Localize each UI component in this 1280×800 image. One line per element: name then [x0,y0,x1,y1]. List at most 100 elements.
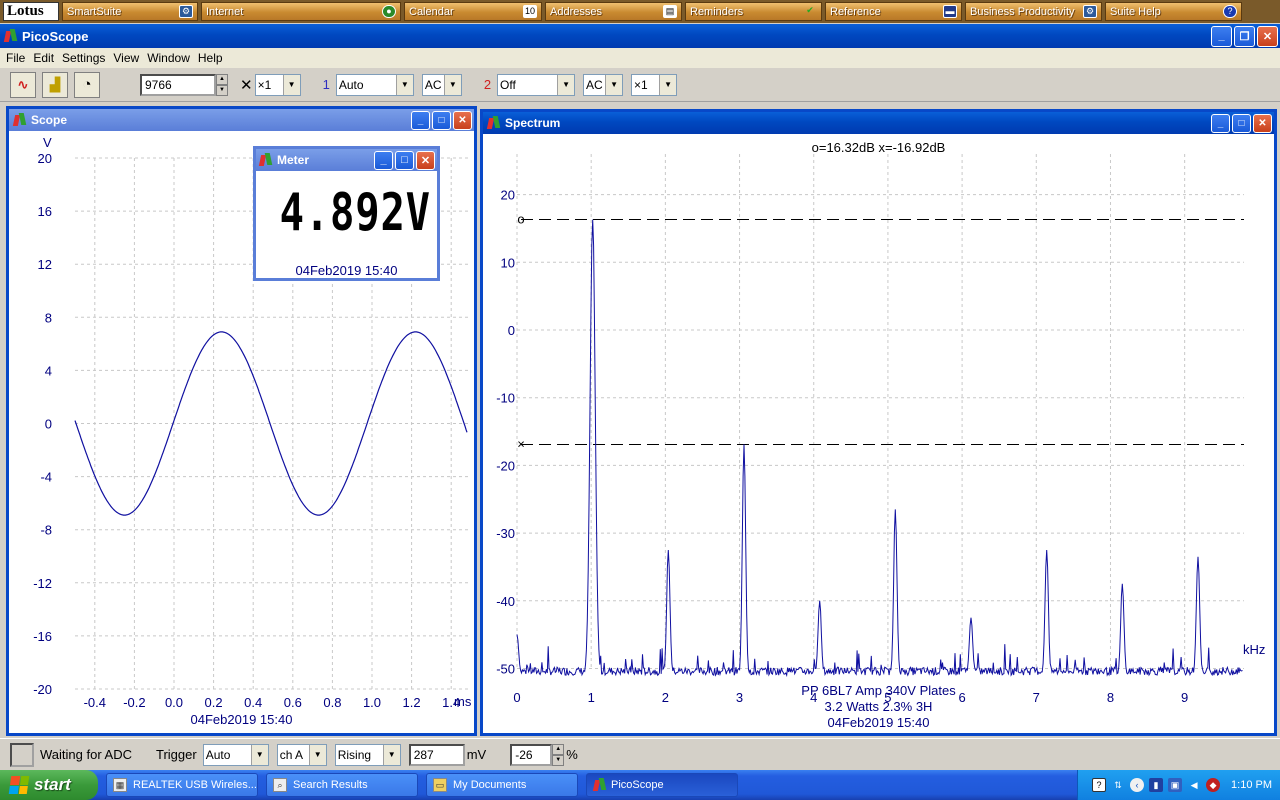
trigger-level-input[interactable]: 287 [408,743,465,766]
run-stop-indicator[interactable] [10,742,34,767]
spectrum-title: Spectrum [505,116,561,130]
chevron-down-icon: ▼ [557,74,575,95]
spectrum-window: Spectrum _ □ ✕ 20 10 0 -10 -20 -30 -40 -50 0 1 2 3 4… [480,109,1277,736]
spectrum-minimize-button[interactable]: _ [1211,113,1230,133]
meter-maximize-button[interactable]: □ [395,150,414,170]
menu-view[interactable]: View [109,51,143,65]
lotus-smartsuite[interactable]: SmartSuite ⚙ [62,2,198,21]
samples-spinner[interactable]: ▲ ▼ [216,73,228,96]
lotus-calendar[interactable]: Calendar 10 [404,2,542,21]
spectrum-y-tick: -50 [496,661,515,676]
trigger-mode-select[interactable]: Auto ▼ [202,743,269,766]
scope-title-bar[interactable]: Scope _ □ ✕ [9,109,474,131]
clock[interactable]: 1:10 PM [1231,779,1272,791]
main-title-bar[interactable]: PicoScope _ ❐ ✕ [0,24,1280,48]
scope-y-tick: -4 [40,470,52,485]
spectrum-title-bar[interactable]: Spectrum _ □ ✕ [483,112,1274,134]
menu-file[interactable]: File [2,51,29,65]
restore-button[interactable]: ❐ [1234,25,1255,47]
lotus-business-productivity[interactable]: Business Productivity ⚙ [965,2,1102,21]
spin-down-icon[interactable]: ▼ [552,754,565,766]
menu-edit[interactable]: Edit [29,51,58,65]
spin-up-icon[interactable]: ▲ [552,743,565,755]
channel2-range-select[interactable]: Off ▼ [497,73,576,96]
scope-mode-button[interactable]: ∿ [10,71,36,98]
picoscope-icon [487,116,501,130]
trigger-channel-select[interactable]: ch A ▼ [276,743,327,766]
task-picoscope[interactable]: PicoScope [586,773,738,797]
spectrum-close-button[interactable]: ✕ [1253,113,1272,133]
security-shield-icon[interactable]: ◆ [1206,778,1221,792]
trigger-edge-select[interactable]: Rising ▼ [334,743,401,766]
picoscope-icon [259,153,273,167]
chevron-down-icon: ▼ [605,74,623,95]
spectrum-marker-x-symbol: × [517,437,525,452]
lotus-reference[interactable]: Reference ▬ [825,2,962,21]
checkmark-icon: ✔ [806,5,814,15]
channel1-coupling-select[interactable]: AC ▼ [421,73,462,96]
meter-close-button[interactable]: ✕ [416,150,435,170]
spin-up-icon[interactable]: ▲ [216,73,228,85]
lotus-reminders[interactable]: Reminders ✔ [685,2,822,21]
scope-minimize-button[interactable]: _ [411,110,430,130]
meter-minimize-button[interactable]: _ [374,150,393,170]
scope-x-unit: ms [454,694,472,709]
minimize-button[interactable]: _ [1211,25,1232,47]
start-button[interactable]: start [0,770,98,800]
spectrum-y-tick: -20 [496,458,515,473]
display-icon[interactable]: ▣ [1168,778,1183,792]
meter-dial-icon: ◔ [82,76,92,93]
lotus-addresses[interactable]: Addresses ▤ [545,2,682,21]
speaker-icon[interactable]: ◀ [1187,778,1201,792]
lotus-internet[interactable]: Internet ● [201,2,401,21]
scope-y-tick: -8 [40,523,52,538]
menu-window[interactable]: Window [143,51,194,65]
task-search-results[interactable]: ⌕ Search Results [266,773,418,797]
spectrum-mode-button[interactable]: ▟ [42,71,68,98]
spectrum-maximize-button[interactable]: □ [1232,113,1251,133]
timebase-multiplier-select[interactable]: ×1 ▼ [254,73,301,96]
scope-close-button[interactable]: ✕ [453,110,472,130]
spin-down-icon[interactable]: ▼ [216,84,228,96]
scope-y-tick: 12 [38,257,52,272]
meter-reading: 4.892V [279,183,431,243]
spectrum-y-tick: 0 [508,323,515,338]
battery-icon[interactable]: ▮ [1149,778,1164,792]
scope-x-tick: 0.6 [284,695,302,710]
pre-trigger-spinner[interactable]: ▲ ▼ [552,743,565,766]
task-realtek-usb-wireless[interactable]: ▦ REALTEK USB Wireles... [106,773,258,797]
picoscope-icon [4,29,18,43]
spectrum-plot-area[interactable]: 20 10 0 -10 -20 -30 -40 -50 0 1 2 3 4 5 6 7 8 9 o × o=16.32… [483,134,1274,733]
meter-title-bar[interactable]: Meter _ □ ✕ [256,149,437,171]
scope-y-tick: 20 [38,151,52,166]
menu-settings[interactable]: Settings [58,51,109,65]
close-button[interactable]: ✕ [1257,25,1278,47]
channel2-multiplier-select[interactable]: ×1 ▼ [631,73,678,96]
collapse-tray-icon[interactable]: ‹ [1130,778,1145,792]
scope-y-tick: 16 [38,204,52,219]
channel1-range-select[interactable]: Auto ▼ [335,73,414,96]
lotus-logo[interactable]: Lotus [3,2,59,21]
samples-input[interactable]: 9766 [140,73,216,96]
calendar-icon: 10 [523,5,537,18]
spectrum-plot[interactable]: 20100-10-20-30-40-500 1 2 3 4 5 6 7 8 9o× [483,134,1274,733]
meter-window: Meter _ □ ✕ 4.892V 04Feb2019 15:40 [253,146,440,281]
spectrum-marker-readout: o=16.32dB x=-16.92dB [811,140,946,155]
spectrum-marker-o-symbol: o [517,212,524,227]
spectrum-y-tick: -40 [496,594,515,609]
scope-x-tick: -0.2 [123,695,145,710]
spectrum-timestamp: 04Feb2019 15:40 [827,715,930,730]
network-icon[interactable]: ⇅ [1111,778,1125,792]
meter-mode-button[interactable]: ◔ [74,71,100,98]
channel2-coupling-select[interactable]: AC ▼ [583,73,624,96]
lotus-suite-help[interactable]: Suite Help? [1105,2,1242,21]
pre-trigger-input[interactable]: -26 [510,743,553,766]
chevron-down-icon: ▼ [308,744,326,765]
scope-x-tick: 0.2 [205,695,223,710]
task-my-documents[interactable]: ▭ My Documents [426,773,578,797]
scope-maximize-button[interactable]: □ [432,110,451,130]
channel1-label: 1 [322,77,330,92]
menu-help[interactable]: Help [194,51,227,65]
scope-y-tick: -20 [33,682,52,697]
help-icon[interactable]: ? [1092,778,1107,792]
